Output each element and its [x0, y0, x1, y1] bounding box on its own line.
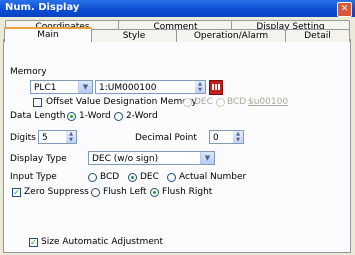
- tab-detail[interactable]: Detail: [285, 29, 350, 42]
- offset-checkbox[interactable]: [33, 98, 42, 107]
- flush-right-radio[interactable]: [150, 188, 159, 197]
- tab-label: Main: [37, 30, 59, 40]
- tab-operation-alarm[interactable]: Operation/Alarm: [176, 29, 286, 42]
- window-title: Num. Display: [5, 2, 80, 13]
- tab-main[interactable]: Main: [4, 27, 92, 42]
- close-icon: ✕: [340, 4, 349, 14]
- flush-left-radio[interactable]: [91, 188, 100, 197]
- input-type-dec-radio[interactable]: [128, 173, 137, 182]
- decimal-point-value: 0: [213, 133, 219, 143]
- flush-right-label: Flush Right: [162, 187, 213, 197]
- memory-label: Memory: [10, 67, 47, 77]
- chevron-down-icon: ▼: [200, 152, 214, 164]
- decimal-point-input[interactable]: 0 ▲ ▼: [209, 130, 244, 144]
- data-length-1word-radio[interactable]: [67, 112, 76, 121]
- offset-dec-radio[interactable]: [183, 98, 192, 107]
- data-length-2word-label: 2-Word: [126, 111, 158, 121]
- data-length-label: Data Length: [10, 111, 66, 121]
- keypad-button[interactable]: [209, 80, 223, 95]
- offset-address-link[interactable]: $u00100: [248, 97, 288, 107]
- digits-value: 5: [42, 133, 48, 143]
- flush-left-label: Flush Left: [103, 187, 147, 197]
- stepper-icon: ▲ ▼: [66, 131, 76, 143]
- zero-suppress-checkbox[interactable]: ✓: [12, 188, 21, 197]
- chevron-down-icon: ▼: [78, 81, 92, 93]
- decimal-point-label: Decimal Point: [135, 133, 197, 143]
- digits-label: Digits: [10, 133, 36, 143]
- close-button[interactable]: ✕: [337, 2, 352, 17]
- digits-input[interactable]: 5 ▲ ▼: [38, 130, 77, 144]
- input-type-actual-radio[interactable]: [167, 173, 176, 182]
- display-type-select[interactable]: DEC (w/o sign) ▼: [88, 151, 215, 165]
- title-bar: Num. Display ✕: [0, 0, 355, 17]
- stepper-icon: ▲ ▼: [195, 81, 205, 93]
- display-type-value: DEC (w/o sign): [92, 154, 159, 164]
- tab-style[interactable]: Style: [91, 29, 177, 42]
- input-type-label: Input Type: [10, 172, 57, 182]
- address-input[interactable]: 1:UM000100 ▲ ▼: [95, 80, 206, 94]
- main-panel: [3, 39, 351, 253]
- offset-label: Offset Value Designation Memory: [46, 97, 197, 107]
- size-auto-label: Size Automatic Adjustment: [41, 237, 164, 247]
- input-type-bcd-label: BCD: [100, 172, 120, 182]
- tab-label: Operation/Alarm: [193, 31, 269, 41]
- tab-label: Detail: [304, 31, 331, 41]
- offset-dec-label: DEC: [194, 97, 213, 107]
- zero-suppress-label: Zero Suppress: [24, 187, 89, 197]
- tab-label: Style: [122, 31, 146, 41]
- data-length-1word-label: 1-Word: [79, 111, 111, 121]
- display-type-label: Display Type: [10, 154, 67, 164]
- size-auto-checkbox[interactable]: ✓: [29, 238, 38, 247]
- offset-bcd-radio[interactable]: [216, 98, 225, 107]
- stepper-icon: ▲ ▼: [233, 131, 243, 143]
- offset-bcd-label: BCD: [227, 97, 247, 107]
- plc-select[interactable]: PLC1 ▼: [30, 80, 93, 94]
- address-value: 1:UM000100: [99, 83, 157, 93]
- input-type-actual-label: Actual Number: [179, 172, 247, 182]
- keypad-icon: [212, 84, 220, 90]
- input-type-dec-label: DEC: [140, 172, 159, 182]
- plc-value: PLC1: [34, 83, 57, 93]
- data-length-2word-radio[interactable]: [114, 112, 123, 121]
- input-type-bcd-radio[interactable]: [88, 173, 97, 182]
